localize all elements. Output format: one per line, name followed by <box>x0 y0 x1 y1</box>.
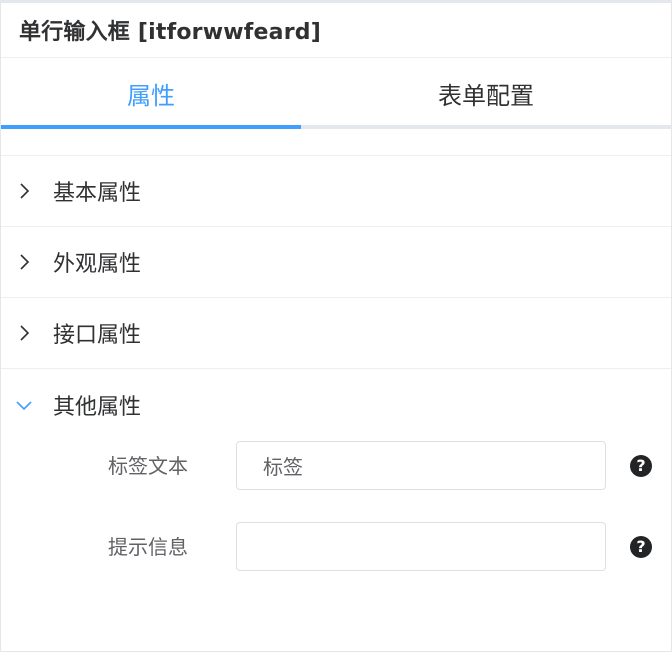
hint-info-input[interactable] <box>236 522 606 571</box>
form-row-label-text: 标签文本 ? <box>1 441 672 491</box>
label-text-input[interactable] <box>236 441 606 490</box>
question-circle-icon[interactable]: ? <box>630 536 652 558</box>
section-label: 基本属性 <box>53 181 142 206</box>
section-appearance-properties[interactable]: 外观属性 <box>1 227 671 298</box>
label-text-label: 标签文本 <box>108 454 188 478</box>
section-label: 接口属性 <box>53 323 142 348</box>
section-other-properties[interactable]: 其他属性 <box>1 369 671 441</box>
section-interface-properties[interactable]: 接口属性 <box>1 298 671 369</box>
section-label: 外观属性 <box>53 252 142 277</box>
hint-info-label: 提示信息 <box>108 535 188 559</box>
tab-form-config[interactable]: 表单配置 <box>301 58 671 129</box>
panel-header: 单行输入框 [itforwwfeard] <box>1 3 671 58</box>
tab-bar: 属性 表单配置 <box>1 58 671 129</box>
other-properties-content: 标签文本 ? 提示信息 ? <box>1 441 671 661</box>
chevron-down-icon <box>1 369 53 441</box>
form-row-hint-info: 提示信息 ? <box>1 522 672 572</box>
chevron-right-icon <box>1 298 53 368</box>
panel-title: 单行输入框 [itforwwfeard] <box>19 20 321 45</box>
properties-panel: 单行输入框 [itforwwfeard] 属性 表单配置 基本属性 外观属性 接… <box>0 0 672 652</box>
question-circle-icon[interactable]: ? <box>630 455 652 477</box>
chevron-right-icon <box>1 227 53 297</box>
section-spacer <box>1 129 671 156</box>
section-basic-properties[interactable]: 基本属性 <box>1 156 671 227</box>
tab-properties[interactable]: 属性 <box>1 58 301 129</box>
chevron-right-icon <box>1 156 53 226</box>
section-label: 其他属性 <box>53 395 142 420</box>
